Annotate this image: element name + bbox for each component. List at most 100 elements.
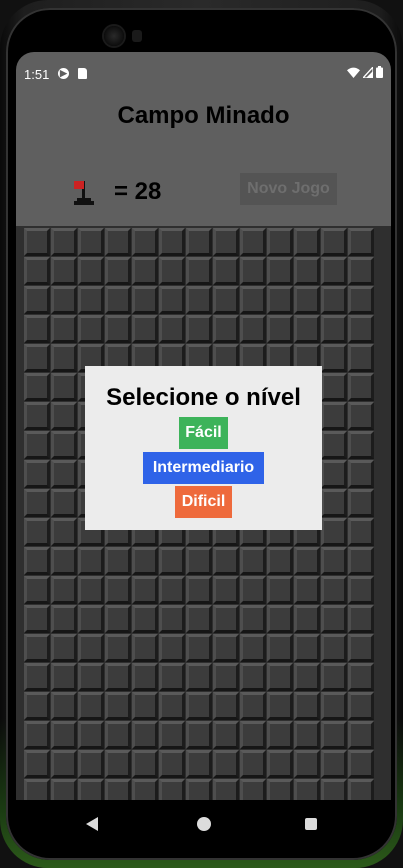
minefield-cell[interactable] [267, 315, 293, 343]
minefield-cell[interactable] [240, 576, 266, 604]
minefield-cell[interactable] [213, 257, 239, 285]
minefield-cell[interactable] [24, 402, 50, 430]
minefield-cell[interactable] [321, 489, 347, 517]
minefield-cell[interactable] [51, 663, 77, 691]
minefield-cell[interactable] [51, 402, 77, 430]
minefield-cell[interactable] [105, 721, 131, 749]
minefield-cell[interactable] [132, 576, 158, 604]
minefield-cell[interactable] [321, 402, 347, 430]
minefield-cell[interactable] [294, 721, 320, 749]
minefield-cell[interactable] [78, 634, 104, 662]
minefield-cell[interactable] [267, 547, 293, 575]
minefield-cell[interactable] [24, 692, 50, 720]
minefield-cell[interactable] [321, 228, 347, 256]
minefield-cell[interactable] [294, 286, 320, 314]
minefield-cell[interactable] [24, 286, 50, 314]
minefield-cell[interactable] [24, 431, 50, 459]
minefield-cell[interactable] [51, 692, 77, 720]
minefield-cell[interactable] [240, 663, 266, 691]
minefield-cell[interactable] [267, 286, 293, 314]
minefield-cell[interactable] [267, 692, 293, 720]
minefield-cell[interactable] [51, 547, 77, 575]
minefield-cell[interactable] [78, 257, 104, 285]
minefield-cell[interactable] [321, 634, 347, 662]
minefield-cell[interactable] [51, 286, 77, 314]
minefield-cell[interactable] [24, 373, 50, 401]
minefield-cell[interactable] [51, 315, 77, 343]
minefield-cell[interactable] [348, 373, 374, 401]
minefield-cell[interactable] [51, 634, 77, 662]
minefield-cell[interactable] [267, 750, 293, 778]
minefield-cell[interactable] [294, 547, 320, 575]
minefield-cell[interactable] [105, 228, 131, 256]
minefield-cell[interactable] [348, 402, 374, 430]
minefield-cell[interactable] [51, 518, 77, 546]
minefield-cell[interactable] [348, 228, 374, 256]
minefield-cell[interactable] [348, 634, 374, 662]
minefield-cell[interactable] [51, 344, 77, 372]
minefield-cell[interactable] [294, 663, 320, 691]
minefield-cell[interactable] [294, 634, 320, 662]
minefield-cell[interactable] [348, 663, 374, 691]
minefield-cell[interactable] [51, 721, 77, 749]
minefield-cell[interactable] [240, 634, 266, 662]
minefield-cell[interactable] [186, 750, 212, 778]
minefield-cell[interactable] [132, 547, 158, 575]
minefield-cell[interactable] [348, 547, 374, 575]
minefield-cell[interactable] [78, 750, 104, 778]
minefield-cell[interactable] [294, 315, 320, 343]
minefield-cell[interactable] [240, 257, 266, 285]
minefield-cell[interactable] [186, 605, 212, 633]
minefield-cell[interactable] [348, 692, 374, 720]
minefield-cell[interactable] [213, 605, 239, 633]
minefield-cell[interactable] [24, 344, 50, 372]
minefield-cell[interactable] [105, 663, 131, 691]
intermediate-level-button[interactable]: Intermediario [143, 452, 264, 484]
new-game-button[interactable]: Novo Jogo [240, 173, 337, 205]
minefield-cell[interactable] [51, 460, 77, 488]
minefield-cell[interactable] [105, 315, 131, 343]
minefield-cell[interactable] [78, 663, 104, 691]
minefield-cell[interactable] [24, 663, 50, 691]
minefield-cell[interactable] [348, 605, 374, 633]
minefield-cell[interactable] [105, 634, 131, 662]
minefield-cell[interactable] [267, 663, 293, 691]
minefield-cell[interactable] [348, 431, 374, 459]
minefield-cell[interactable] [213, 634, 239, 662]
minefield-cell[interactable] [321, 431, 347, 459]
minefield-cell[interactable] [78, 315, 104, 343]
minefield-cell[interactable] [24, 489, 50, 517]
minefield-cell[interactable] [132, 750, 158, 778]
minefield-cell[interactable] [213, 692, 239, 720]
minefield-cell[interactable] [51, 373, 77, 401]
minefield-cell[interactable] [24, 605, 50, 633]
minefield-cell[interactable] [78, 692, 104, 720]
minefield-cell[interactable] [78, 228, 104, 256]
minefield-cell[interactable] [267, 576, 293, 604]
minefield-cell[interactable] [159, 750, 185, 778]
minefield-cell[interactable] [294, 750, 320, 778]
minefield-cell[interactable] [348, 257, 374, 285]
minefield-cell[interactable] [294, 605, 320, 633]
minefield-cell[interactable] [348, 460, 374, 488]
minefield-cell[interactable] [159, 663, 185, 691]
minefield-cell[interactable] [132, 721, 158, 749]
minefield-cell[interactable] [321, 605, 347, 633]
minefield-cell[interactable] [105, 547, 131, 575]
minefield-cell[interactable] [348, 518, 374, 546]
minefield-cell[interactable] [78, 721, 104, 749]
minefield-cell[interactable] [321, 547, 347, 575]
minefield-cell[interactable] [186, 576, 212, 604]
minefield-cell[interactable] [321, 373, 347, 401]
minefield-cell[interactable] [24, 228, 50, 256]
minefield-cell[interactable] [213, 576, 239, 604]
minefield-cell[interactable] [321, 692, 347, 720]
minefield-cell[interactable] [348, 721, 374, 749]
minefield-cell[interactable] [105, 605, 131, 633]
minefield-cell[interactable] [24, 721, 50, 749]
minefield-cell[interactable] [24, 257, 50, 285]
home-icon[interactable] [197, 817, 211, 831]
minefield-cell[interactable] [186, 663, 212, 691]
minefield-cell[interactable] [132, 257, 158, 285]
minefield-cell[interactable] [24, 315, 50, 343]
